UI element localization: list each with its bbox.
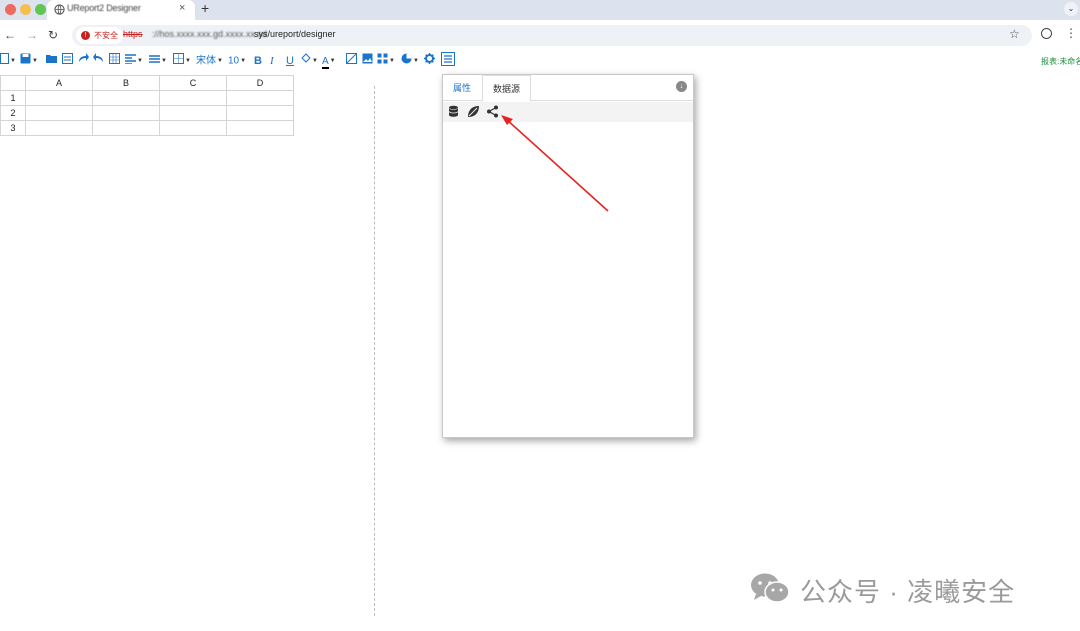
grid-cell[interactable]: [226, 90, 294, 106]
tab-datasource[interactable]: 数据源: [482, 75, 532, 102]
chart-icon[interactable]: ▼: [401, 53, 419, 69]
grid-cell[interactable]: [159, 90, 227, 106]
underline-button[interactable]: U: [286, 53, 294, 69]
redo-icon[interactable]: [78, 53, 89, 69]
download-icon[interactable]: ↓: [676, 81, 687, 92]
url-path: sys/ureport/designer: [254, 29, 336, 39]
tab-title: UReport2 Designer: [67, 3, 141, 13]
watermark-text: 公众号 · 凌曦安全: [800, 577, 1016, 607]
leaf-icon[interactable]: [467, 105, 480, 118]
new-tab-button[interactable]: +: [201, 0, 209, 16]
bookmark-star-icon[interactable]: ☆: [1009, 27, 1020, 41]
designer-toolbar: ▼ ▼ ▼ ▼ ▼ 宋体▼ 10▼ B I U ▼ A▼ ▼ ▼ 报表:未命名: [0, 52, 1080, 70]
table-row: 1: [0, 90, 294, 106]
panel-tab-bar: 属性 数据源 ↓: [443, 75, 693, 102]
fill-color-icon[interactable]: ▼: [300, 53, 318, 69]
row-header[interactable]: 1: [0, 90, 26, 106]
browser-tab-strip: UReport2 Designer × + ⌄: [0, 0, 1080, 20]
font-family-select[interactable]: 宋体▼: [196, 53, 223, 69]
grid-cell[interactable]: [92, 120, 160, 136]
grid-cell[interactable]: [159, 105, 227, 121]
gear-icon[interactable]: [424, 53, 435, 69]
font-color-button[interactable]: A▼: [322, 53, 336, 69]
italic-button[interactable]: I: [270, 53, 274, 69]
row-header[interactable]: 3: [0, 120, 26, 136]
font-size-select[interactable]: 10▼: [228, 53, 246, 69]
address-bar[interactable]: ! 不安全 https ://hos.xxxx.xxx.gd.xxxx.xx.s…: [72, 25, 1032, 46]
new-report-icon[interactable]: ▼: [0, 53, 16, 69]
window-close-button[interactable]: [5, 4, 16, 15]
url-scheme: https: [123, 29, 143, 39]
pane-splitter[interactable]: [374, 86, 375, 616]
align-middle-icon[interactable]: ▼: [149, 53, 167, 69]
url-host: ://hos.xxxx.xxx.gd.xxxx.xx.sd: [152, 29, 268, 39]
column-header[interactable]: D: [226, 75, 294, 91]
grid-cell[interactable]: [226, 105, 294, 121]
grid-cell[interactable]: [226, 120, 294, 136]
security-badge[interactable]: ! 不安全: [76, 27, 123, 44]
bold-button[interactable]: B: [254, 53, 262, 69]
security-label: 不安全: [94, 31, 118, 40]
grid-cell[interactable]: [92, 105, 160, 121]
forward-arrow-icon[interactable]: →: [26, 28, 38, 42]
align-left-icon[interactable]: ▼: [125, 53, 143, 69]
database-icon[interactable]: [447, 105, 460, 118]
globe-icon: [54, 4, 65, 15]
back-arrow-icon[interactable]: ←: [4, 28, 16, 42]
grid-cell[interactable]: [25, 90, 93, 106]
report-name-label: 报表:未命名: [1041, 57, 1080, 66]
tab-close-icon[interactable]: ×: [179, 2, 185, 14]
grid-cell[interactable]: [92, 90, 160, 106]
reload-icon[interactable]: ↻: [48, 28, 58, 42]
table-row: 3: [0, 120, 294, 136]
undo-icon[interactable]: [93, 53, 104, 69]
barcode-icon[interactable]: ▼: [377, 53, 395, 69]
grid-header-row: A B C D: [0, 75, 294, 91]
grid-cell[interactable]: [25, 105, 93, 121]
wechat-logo-icon: [751, 573, 790, 603]
window-minimize-button[interactable]: [20, 4, 31, 15]
grid-corner[interactable]: [0, 75, 26, 91]
border-icon[interactable]: ▼: [173, 53, 191, 69]
profile-icon[interactable]: [1041, 28, 1052, 39]
column-header[interactable]: A: [25, 75, 93, 91]
tab-search-button[interactable]: ⌄: [1064, 2, 1078, 16]
column-header[interactable]: B: [92, 75, 160, 91]
window-maximize-button[interactable]: [35, 4, 46, 15]
grid-cell[interactable]: [159, 120, 227, 136]
format-painter-icon[interactable]: [109, 53, 120, 69]
open-folder-icon[interactable]: [46, 53, 57, 69]
browser-navbar: ← → ↻ ! 不安全 https ://hos.xxxx.xxx.gd.xxx…: [0, 20, 1080, 51]
row-header[interactable]: 2: [0, 105, 26, 121]
picture-icon[interactable]: [362, 53, 373, 69]
browser-menu-icon[interactable]: ⋮: [1065, 26, 1077, 40]
preview-icon[interactable]: [62, 53, 73, 69]
warning-icon: !: [81, 31, 90, 40]
datasource-panel-toggle-icon[interactable]: [441, 52, 455, 68]
table-row: 2: [0, 105, 294, 121]
browser-tab[interactable]: UReport2 Designer ×: [47, 0, 195, 20]
annotation-arrow: [501, 115, 609, 212]
image-icon[interactable]: [346, 53, 357, 69]
tab-properties[interactable]: 属性: [443, 75, 481, 101]
report-grid: A B C D 1 2 3: [0, 75, 294, 136]
grid-cell[interactable]: [25, 120, 93, 136]
save-icon[interactable]: ▼: [20, 53, 38, 69]
column-header[interactable]: C: [159, 75, 227, 91]
